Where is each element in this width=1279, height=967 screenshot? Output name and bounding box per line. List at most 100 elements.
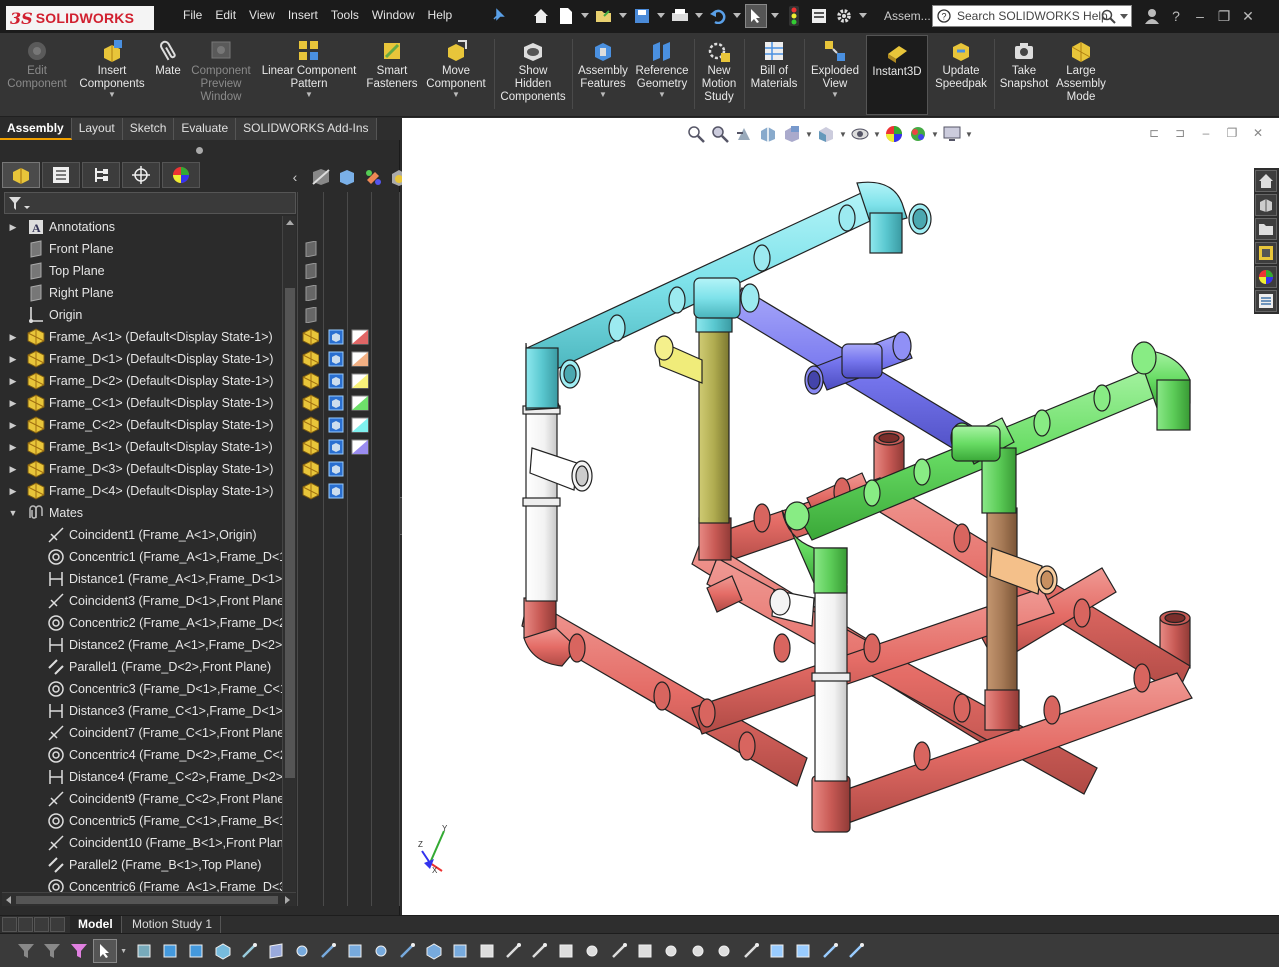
home-icon[interactable] [530,4,552,28]
component-visibility-icon[interactable] [301,394,319,412]
filter-sketch-points-icon[interactable] [290,939,314,963]
appearance-swatch-icon[interactable] [351,416,369,434]
dimxpert-manager-tab[interactable] [122,162,160,188]
display-mode-icon[interactable] [327,438,345,456]
last-tab-button[interactable] [50,917,65,932]
appearance-column-icon[interactable] [360,166,386,188]
mate-item[interactable]: Distance2 (Frame_A<1>,Frame_D<2>) [0,634,296,656]
scroll-thumb[interactable] [285,288,295,778]
next-tab-button[interactable] [34,917,49,932]
menu-edit[interactable]: Edit [215,8,236,22]
visibility-icon[interactable] [302,240,320,258]
mate-item[interactable]: Concentric4 (Frame_D<2>,Frame_C<2> [0,744,296,766]
appearance-swatch-icon[interactable] [351,372,369,390]
tab-motion-study-1[interactable]: Motion Study 1 [124,916,222,934]
menu-window[interactable]: Window [372,8,415,22]
tree-item[interactable]: Top Plane [0,260,296,282]
undo-icon[interactable] [707,4,729,28]
visibility-icon[interactable] [302,306,320,324]
visibility-icon[interactable] [302,284,320,302]
filter-geometric-tolerance-icon[interactable] [501,939,525,963]
filter-dowel-pin-icon[interactable] [844,939,868,963]
reference-geometry-button[interactable]: Reference Geometry ▼ [632,35,692,115]
filter-solid-bodies-icon[interactable] [211,939,235,963]
restore-icon[interactable]: ❐ [1212,5,1236,27]
menu-view[interactable]: View [249,8,275,22]
appearance-swatch-icon[interactable] [351,438,369,456]
filter-surface-bodies-icon[interactable] [422,939,446,963]
filter-datum-target-icon[interactable] [580,939,604,963]
tree-item[interactable]: Right Plane [0,282,296,304]
mate-item[interactable]: Distance4 (Frame_C<2>,Frame_D<2>) [0,766,296,788]
component-preview-window-button[interactable]: Component Preview Window [188,35,254,115]
expand-arrow-icon[interactable]: ▶ [8,420,18,431]
component-visibility-icon[interactable] [301,416,319,434]
expand-arrow-icon[interactable]: ▶ [8,464,18,475]
tab-sketch[interactable]: Sketch [122,118,175,140]
filter-stacked-balloons-icon[interactable] [686,939,710,963]
large-assembly-mode-button[interactable]: Large Assembly Mode [1054,35,1108,115]
display-mode-icon[interactable] [327,328,345,346]
mate-item[interactable]: Coincident3 (Frame_D<1>,Front Plane) [0,590,296,612]
save-icon[interactable] [631,4,653,28]
mate-item[interactable]: Coincident1 (Frame_A<1>,Origin) [0,524,296,546]
print-dropdown-icon[interactable] [694,4,704,28]
filter-mate-references-icon[interactable] [791,939,815,963]
new-motion-study-button[interactable]: New Motion Study [698,35,740,115]
scroll-up-arrow-icon[interactable] [286,220,294,225]
search-dropdown-icon[interactable] [1120,14,1128,20]
display-mode-icon[interactable] [327,460,345,478]
mate-item[interactable]: Distance1 (Frame_A<1>,Frame_D<1>) [0,568,296,590]
search-help-field[interactable]: ? Search SOLIDWORKS Help [932,5,1132,27]
filter-selection-icon[interactable] [67,939,91,963]
filter-manager-icon[interactable] [40,939,64,963]
appearance-swatch-icon[interactable] [351,350,369,368]
component-visibility-icon[interactable] [301,328,319,346]
scroll-left-arrow-icon[interactable] [6,896,11,904]
tree-item[interactable]: ▶ Frame_D<4> (Default<Display State-1>) [0,480,296,502]
mate-item[interactable]: Coincident10 (Frame_B<1>,Front Plane [0,832,296,854]
mate-item[interactable]: Parallel1 (Frame_D<2>,Front Plane) [0,656,296,678]
tree-item[interactable]: ▶ Frame_D<2> (Default<Display State-1>) [0,370,296,392]
filter-sketch-segments-icon[interactable] [316,939,340,963]
update-speedpak-button[interactable]: Update Speedpak [932,35,990,115]
frame-d-yellow-upright[interactable] [654,315,733,524]
expand-arrow-icon[interactable]: ▶ [8,398,18,409]
tree-item[interactable]: ▼ Mates [0,502,296,524]
filter-faces-icon[interactable] [184,939,208,963]
filter-balloons-icon[interactable] [659,939,683,963]
open-dropdown-icon[interactable] [618,4,628,28]
insert-components-dropdown-icon[interactable]: ▼ [76,91,148,99]
rebuild-traffic-light-icon[interactable] [783,4,805,28]
close-icon[interactable]: ✕ [1236,5,1260,27]
assembly-features-dropdown-icon[interactable]: ▼ [576,91,630,99]
property-manager-tab[interactable] [42,162,80,188]
tree-item[interactable]: ▶ Frame_A<1> (Default<Display State-1>) [0,326,296,348]
expand-arrow-icon[interactable]: ▶ [8,222,18,233]
component-visibility-icon[interactable] [301,482,319,500]
tree-item[interactable]: ▶ Frame_C<2> (Default<Display State-1>) [0,414,296,436]
component-visibility-icon[interactable] [301,350,319,368]
frame-d-white-left-upright[interactable] [522,402,593,602]
filter-weld-symbol-icon[interactable] [554,939,578,963]
menu-file[interactable]: File [183,8,202,22]
mate-item[interactable]: Concentric1 (Frame_A<1>,Frame_D<1> [0,546,296,568]
undo-dropdown-icon[interactable] [732,4,742,28]
tree-item[interactable]: ▶ Frame_D<1> (Default<Display State-1>) [0,348,296,370]
insert-components-button[interactable]: Insert Components ▼ [76,35,148,115]
tree-horizontal-scrollbar[interactable] [2,892,296,906]
pin-menu-icon[interactable] [490,7,506,23]
instant3d-button[interactable]: Instant3D [866,35,928,115]
previous-tab-button[interactable] [18,917,33,932]
mate-button[interactable]: Mate [150,35,186,115]
mate-item[interactable]: Coincident7 (Frame_C<1>,Front Plane) [0,722,296,744]
filter-vertices-icon[interactable] [132,939,156,963]
mate-item[interactable]: Parallel2 (Frame_B<1>,Top Plane) [0,854,296,876]
display-mode-icon[interactable] [327,350,345,368]
appearance-swatch-icon[interactable] [351,328,369,346]
collapse-left-icon[interactable]: ‹ [282,166,308,188]
solidworks-resources-icon[interactable] [1255,170,1277,192]
new-dropdown-icon[interactable] [580,4,590,28]
filter-connection-points-icon[interactable] [765,939,789,963]
feature-manager-tab[interactable] [2,162,40,188]
